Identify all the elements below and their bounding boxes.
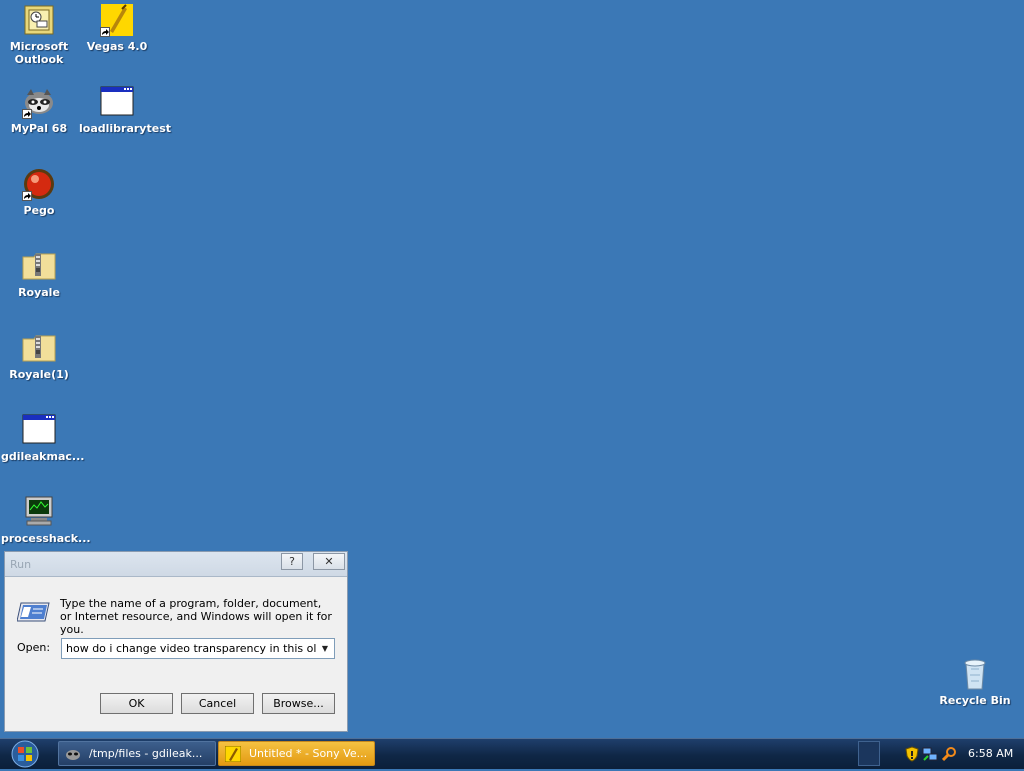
desktop-icon-pego[interactable]: Pego [1,167,77,217]
ok-button[interactable]: OK [100,693,173,714]
desktop-icon-mypal[interactable]: MyPal 68 [1,85,77,135]
browse-button[interactable]: Browse... [262,693,335,714]
desktop-icon-royale1[interactable]: Royale(1) [1,331,77,381]
vegas-icon [224,745,242,765]
zip-folder-icon [22,331,56,365]
run-dialog-title: Run [10,558,32,571]
open-label: Open: [17,641,51,654]
desktop-icon-gdileak[interactable]: gdileakmac... [1,413,85,463]
taskbar-button-files[interactable]: /tmp/files - gdileak... [58,741,216,766]
close-button[interactable]: ✕ [313,553,345,570]
desktop-icon-label: Vegas 4.0 [86,40,148,53]
raccoon-icon [65,746,81,765]
vegas-icon [100,3,134,37]
monitor-icon [22,495,56,529]
desktop-icon-recycle-bin[interactable]: Recycle Bin [937,657,1013,707]
desktop-icon-label: MyPal 68 [10,122,68,135]
desktop-icon-processhacker[interactable]: processhack... [1,495,91,545]
desktop-icon-label: Microsoft Outlook [9,40,69,66]
open-combobox[interactable]: how do i change video transparency in th… [61,638,335,659]
desktop-icon-label: gdileakmac... [1,450,85,463]
task-label: /tmp/files - gdileak... [89,747,203,760]
outlook-icon [22,3,56,37]
window-icon [100,85,134,119]
run-dialog: Run ? ✕ Type the name of a program, fold… [4,551,348,732]
help-button[interactable]: ? [281,553,303,570]
shield-icon[interactable] [905,746,919,765]
run-description: Type the name of a program, folder, docu… [60,597,332,636]
desktop-icon-label: Recycle Bin [939,694,1011,707]
desktop-icon-label: Royale [18,286,60,299]
desktop-icon-outlook[interactable]: Microsoft Outlook [1,3,77,66]
zip-folder-icon [22,249,56,283]
shortcut-arrow-icon [22,191,32,201]
chevron-down-icon[interactable]: ▼ [318,641,332,656]
desktop-icon-label: processhack... [1,532,91,545]
show-desktop-button[interactable] [858,741,880,766]
desktop-icon-vegas[interactable]: Vegas 4.0 [79,3,155,53]
desktop-icon-royale[interactable]: Royale [1,249,77,299]
window-icon [22,413,56,447]
network-icon[interactable] [922,746,938,765]
cancel-button[interactable]: Cancel [181,693,254,714]
raccoon-icon [22,85,56,119]
desktop-icon-label: Royale(1) [9,368,69,381]
run-titlebar[interactable]: Run ? ✕ [5,552,347,577]
desktop-icon-loadlibrarytest[interactable]: loadlibrarytest [79,85,172,135]
red-ball-icon [22,167,56,201]
taskbar: /tmp/files - gdileak... Untitled * - Son… [0,738,1024,769]
shortcut-arrow-icon [100,27,110,37]
clock[interactable]: 6:58 AM [968,747,1013,760]
shortcut-arrow-icon [22,109,32,119]
task-label: Untitled * - Sony Ve... [249,747,368,760]
open-input[interactable]: how do i change video transparency in th… [66,642,316,655]
recycle-bin-icon [958,657,992,691]
start-button[interactable] [6,740,44,768]
run-icon [16,599,51,626]
desktop-icon-label: loadlibrarytest [79,122,172,135]
taskbar-button-vegas[interactable]: Untitled * - Sony Ve... [218,741,375,766]
search-icon[interactable] [941,746,958,765]
desktop-icon-label: Pego [23,204,55,217]
